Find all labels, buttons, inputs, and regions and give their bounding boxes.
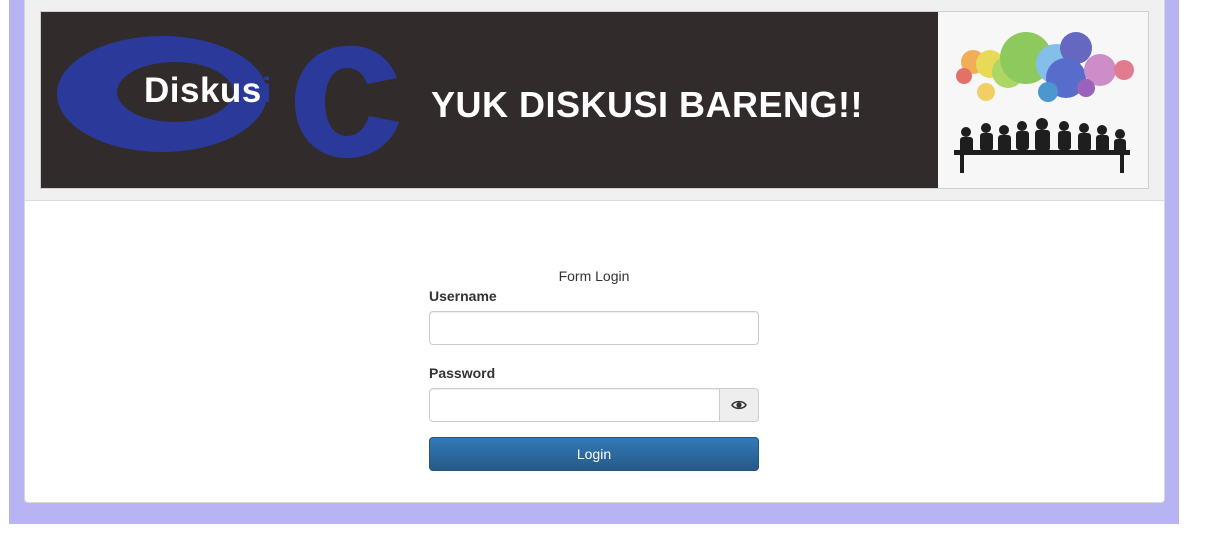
username-input[interactable] (429, 311, 759, 345)
login-button[interactable]: Login (429, 437, 759, 471)
password-group (429, 388, 759, 422)
panel-header: Diskusi YUK DISKUSI BARENG!! (25, 0, 1164, 201)
username-label: Username (429, 288, 497, 304)
form-title: Form Login (558, 268, 630, 284)
header-banner: Diskusi YUK DISKUSI BARENG!! (40, 11, 1149, 189)
password-input[interactable] (429, 388, 720, 422)
banner-title: YUK DISKUSI BARENG!! (431, 84, 864, 125)
show-password-button[interactable] (720, 388, 759, 422)
logo-text-main: Diskus (144, 71, 262, 110)
eye-icon (731, 400, 747, 410)
page-frame: Diskusi YUK DISKUSI BARENG!! Form Login … (9, 0, 1179, 524)
logo-text: Diskusi (144, 71, 272, 111)
discussion-illustration (938, 12, 1148, 188)
login-panel: Diskusi YUK DISKUSI BARENG!! Form Login … (24, 0, 1165, 503)
password-label: Password (429, 365, 496, 381)
logo-text-accent: i (261, 71, 273, 110)
login-form: Form Login Username Password Login (429, 266, 759, 471)
